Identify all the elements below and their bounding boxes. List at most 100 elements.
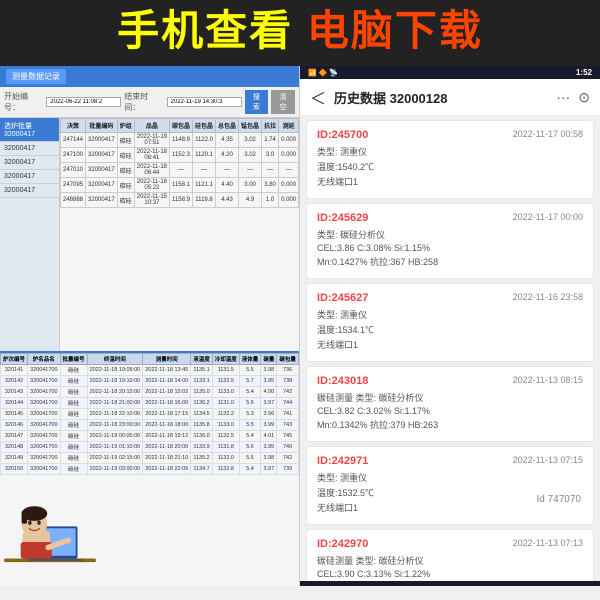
table-row: 320144320041700碳硅2022-11-18 21:00:002022… [1, 398, 300, 409]
table-row: 248888 32000417 碳硅 2022-11-1510:37 1158.… [61, 193, 300, 208]
mobile-card: ID:242970 2022-11-13 07:13 碳硅测量 类型: 碳硅分析… [306, 529, 594, 581]
col-header: 品晶 [134, 119, 169, 133]
card-header: ID:243018 2022-11-13 08:15 [317, 375, 583, 387]
col-header: 抗拉 [262, 119, 279, 133]
card-detail2: Mn:0.1342% 抗拉:379 HB:263 [317, 418, 583, 431]
col-header: 批量编码 [86, 119, 118, 133]
card-time: 2022-11-16 23:58 [513, 292, 583, 304]
card-detail2: 无线端口1 [317, 338, 583, 351]
card-detail1: CEL:3.86 C:3.08% Si:1.15% [317, 243, 583, 253]
card-time: 2022-11-17 00:58 [513, 129, 583, 141]
table-row: 320142320041700碳硅2022-11-18 19:10:002022… [1, 376, 300, 387]
status-time: 1:52 [576, 68, 592, 77]
card-header: ID:242971 2022-11-13 07:15 [317, 455, 583, 467]
mobile-app-header: ＜ 历史数据 32000128 ··· ⊙ [300, 79, 600, 116]
sidebar-item[interactable]: 32000417 [0, 142, 59, 156]
header-actions: ··· ⊙ [556, 89, 590, 106]
card-header: ID:245629 2022-11-17 00:00 [317, 212, 583, 224]
card-time: 2022-11-13 08:15 [513, 375, 583, 387]
sidebar-item[interactable]: 选炉批量32000417 [0, 118, 59, 142]
card-header: ID:245700 2022-11-17 00:58 [317, 129, 583, 141]
col-header: 测量时间 [143, 354, 191, 365]
card-type: 碳硅测量 类型: 碳硅分析仪 [317, 391, 583, 404]
table-row: 320150320041700碳硅2022-11-19 03:00:002022… [1, 464, 300, 475]
card-type: 类型: 测重仪 [317, 308, 583, 321]
card-detail1: 温度:1540.2℃ [317, 160, 583, 173]
bottom-table: 炉次编号 炉名品名 批量编号 终温时间 测量时间 液温度 冷却温度 液体量 碳量… [0, 353, 299, 475]
clear-button[interactable]: 清空 [271, 90, 295, 114]
card-header: ID:245627 2022-11-16 23:58 [317, 292, 583, 304]
col-header: 炉组 [117, 119, 134, 133]
card-time: 2022-11-13 07:13 [513, 538, 583, 550]
card-type: 碳硅测量 类型: 碳硅分析仪 [317, 554, 583, 567]
mobile-status-bar: 📶 🔶 📡 1:52 [300, 66, 600, 79]
card-type: 类型: 碳硅分析仪 [317, 228, 583, 241]
table-row: 320141320041700碳硅2022-11-18 19:09:002022… [1, 365, 300, 376]
back-button[interactable]: ＜ [310, 85, 326, 109]
table-row: 247100 32000417 碳硅 2022-11-1808:41 1152.… [61, 148, 300, 163]
pc-tab[interactable]: 测量数据记录 [6, 69, 66, 84]
date-start-input[interactable] [46, 97, 121, 107]
date-end-input[interactable] [167, 97, 242, 107]
pc-window: 测量数据记录 开始编号： 结束时间： 搜索 清空 选炉批量32000417 32… [0, 66, 299, 586]
right-panel: 📶 🔶 📡 1:52 ＜ 历史数据 32000128 ··· ⊙ ID:2457… [300, 66, 600, 586]
left-panel: 测量数据记录 开始编号： 结束时间： 搜索 清空 选炉批量32000417 32… [0, 66, 300, 586]
mobile-card: ID:243018 2022-11-13 08:15 碳硅测量 类型: 碳硅分析… [306, 366, 594, 442]
mobile-card: ID:245700 2022-11-17 00:58 类型: 测重仪 温度:15… [306, 120, 594, 199]
sidebar-item[interactable]: 32000417 [0, 156, 59, 170]
mobile-app-title: 历史数据 32000128 [334, 88, 447, 107]
card-id: ID:242971 [317, 455, 368, 467]
table-row: 320146320041700碳硅2022-11-18 23:00:002022… [1, 420, 300, 431]
card-id: ID:245627 [317, 292, 368, 304]
mobile-card: ID:245627 2022-11-16 23:58 类型: 测重仪 温度:15… [306, 283, 594, 362]
settings-button[interactable]: ⊙ [578, 89, 590, 106]
status-left: 📶 🔶 📡 [308, 69, 338, 77]
table-row: 320148320041700碳硅2022-11-19 01:10:002022… [1, 442, 300, 453]
table-row: 320143320041700碳硅2022-11-18 20:15:002022… [1, 387, 300, 398]
more-button[interactable]: ··· [556, 89, 570, 106]
col-header: 炉次编号 [1, 354, 28, 365]
toolbar-label2: 结束时间： [124, 91, 163, 113]
col-header: 冷却温度 [212, 354, 239, 365]
table-row: 247010 32000417 碳硅 2022-11-1806:44 — — —… [61, 163, 300, 178]
top-banner: 手机查看 电脑下载 [0, 0, 600, 66]
col-header: 总包晶 [216, 119, 239, 133]
card-detail1: CEL:3.90 C:3.13% Si:1.22% [317, 569, 583, 579]
table-row: 320147320041700碳硅2022-11-19 00:05:002022… [1, 431, 300, 442]
card-type: 类型: 测重仪 [317, 145, 583, 158]
col-header: 碳量 [261, 354, 277, 365]
card-detail2: Mn:0.1427% 抗拉:367 HB:258 [317, 255, 583, 268]
banner-text: 手机查看 电脑下载 [117, 7, 483, 54]
card-detail2: 无线端口1 [317, 175, 583, 188]
col-header: 结果 [298, 354, 299, 365]
pc-toolbar: 开始编号： 结束时间： 搜索 清空 [0, 87, 299, 118]
pc-sidebar: 选炉批量32000417 32000417 32000417 32000417 … [0, 118, 60, 351]
pc-titlebar: 测量数据记录 [0, 66, 299, 87]
bottom-table-area: 炉次编号 炉名品名 批量编号 终温时间 测量时间 液温度 冷却温度 液体量 碳量… [0, 351, 299, 586]
search-button[interactable]: 搜索 [245, 90, 269, 114]
sidebar-item[interactable]: 32000417 [0, 184, 59, 198]
sidebar-item[interactable]: 32000417 [0, 170, 59, 184]
col-header: 终温时间 [87, 354, 143, 365]
col-header: 决策 [61, 119, 86, 133]
col-header: 批量编号 [60, 354, 87, 365]
card-detail1: CEL:3.82 C:3.02% Si:1.17% [317, 406, 583, 416]
mobile-card: ID:245629 2022-11-17 00:00 类型: 碳硅分析仪 CEL… [306, 203, 594, 279]
toolbar-label1: 开始编号： [4, 91, 43, 113]
card-time: 2022-11-13 07:15 [513, 455, 583, 467]
mobile-list: ID:245700 2022-11-17 00:58 类型: 测重仪 温度:15… [300, 116, 600, 581]
pc-main-table: 决策 批量编码 炉组 品晶 碳包晶 硅包晶 总包晶 锰包晶 抗拉 测延 冲撞强度 [60, 118, 299, 208]
id-overlay: Id 747070 [533, 493, 586, 506]
col-header: 锰包晶 [239, 119, 262, 133]
col-header: 测延 [279, 119, 299, 133]
table-row: 247144 32000417 碳硅 2022-11-1907:51 1148.… [61, 133, 300, 148]
card-id: ID:245629 [317, 212, 368, 224]
card-id: ID:242970 [317, 538, 368, 550]
col-header: 液温度 [191, 354, 213, 365]
card-header: ID:242970 2022-11-13 07:13 [317, 538, 583, 550]
col-header: 硅包晶 [193, 119, 216, 133]
table-row: 320149320041700碳硅2022-11-19 02:15:002022… [1, 453, 300, 464]
table-row: 247095 32000417 碳硅 2022-11-1805:22 1158.… [61, 178, 300, 193]
card-type: 类型: 测重仪 [317, 471, 583, 484]
mobile-card: ID:242971 2022-11-13 07:15 类型: 测重仪 温度:15… [306, 446, 594, 525]
